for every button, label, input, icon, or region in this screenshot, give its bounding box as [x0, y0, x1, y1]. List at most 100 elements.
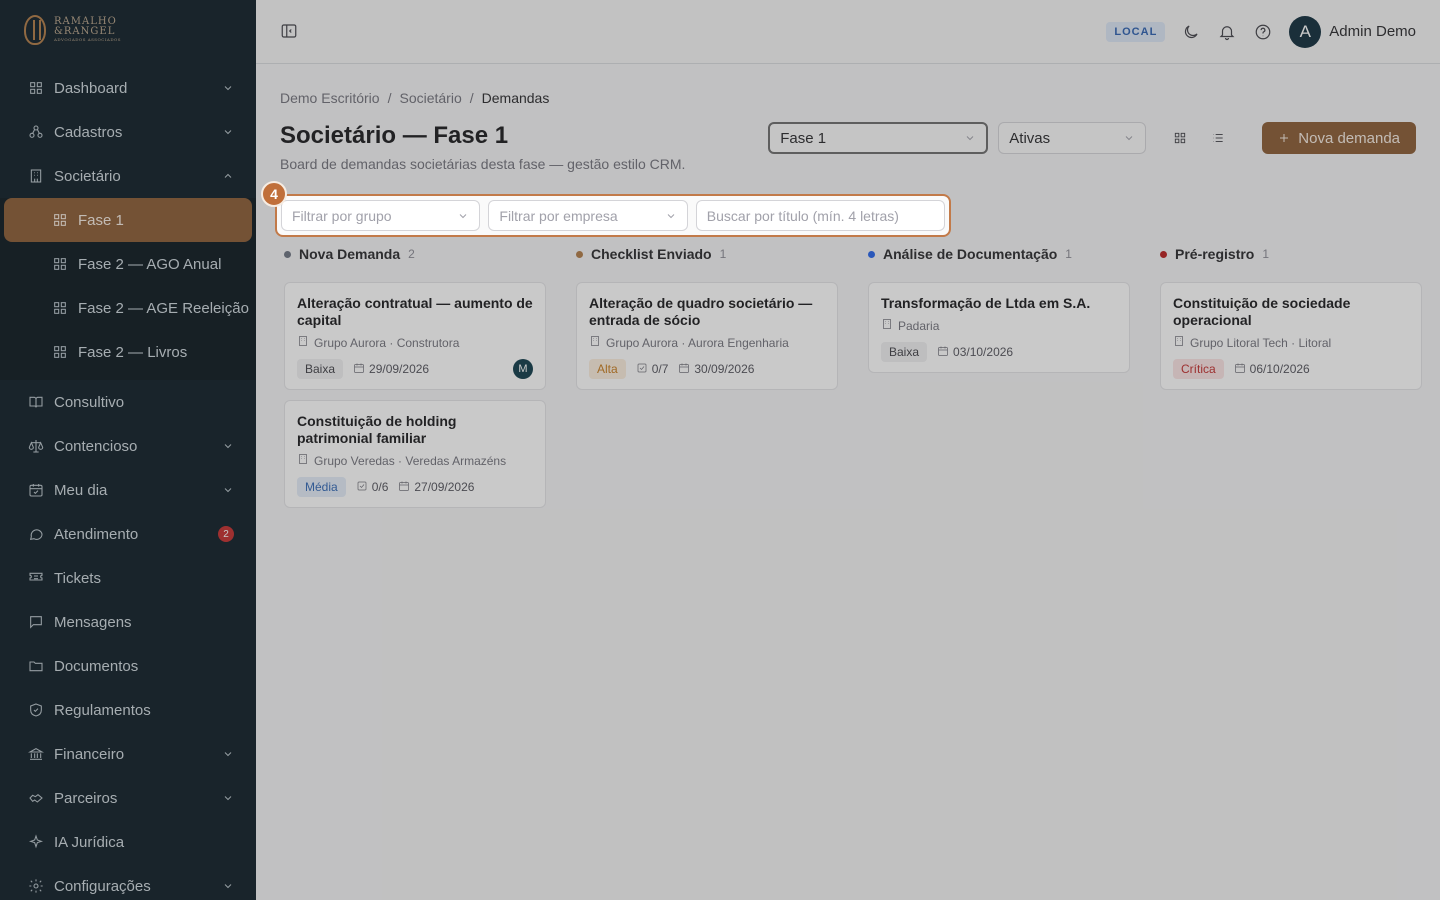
- gear-icon: [28, 878, 44, 894]
- demand-card[interactable]: Alteração contratual — aumento de capita…: [284, 282, 546, 390]
- sidebar-item-label: Fase 2 — AGE Reeleição: [78, 299, 249, 317]
- demand-card[interactable]: Alteração de quadro societário — entrada…: [576, 282, 838, 390]
- card-title: Constituição de holding patrimonial fami…: [297, 413, 457, 446]
- page-subtitle: Board de demandas societárias desta fase…: [280, 156, 686, 172]
- breadcrumb-current: Demandas: [481, 90, 550, 106]
- chevron-down-icon[interactable]: [222, 880, 234, 892]
- sidebar-item-ia-juridica[interactable]: IA Jurídica: [0, 820, 256, 864]
- help-icon[interactable]: [1253, 22, 1273, 42]
- due-date: 03/10/2026: [953, 345, 1014, 359]
- sidebar-item-meu-dia[interactable]: Meu dia: [0, 468, 256, 512]
- filter-bar: Filtrar por grupo Filtrar por empresa Bu…: [275, 194, 951, 237]
- kanban-column: Checklist Enviado 1 Alteração de quadro so…: [576, 244, 838, 544]
- sidebar-item-atendimento[interactable]: Atendimento 2: [0, 512, 256, 556]
- book-icon: [28, 394, 44, 410]
- grid-view-icon[interactable]: [1166, 124, 1194, 152]
- chevron-down-icon[interactable]: [222, 484, 234, 496]
- new-demand-button[interactable]: Nova demanda: [1262, 122, 1416, 154]
- company-filter-select[interactable]: Filtrar por empresa: [488, 200, 688, 231]
- checklist-icon: [356, 480, 368, 495]
- sidebar-item-contencioso[interactable]: Contencioso: [0, 424, 256, 468]
- card-organization: Grupo Litoral Tech · Litoral: [1190, 335, 1332, 350]
- column-title: Pré-registro: [1175, 246, 1255, 262]
- demand-card[interactable]: Constituição de sociedade operacional Gru…: [1160, 282, 1422, 390]
- assignee-avatar[interactable]: M: [513, 359, 533, 379]
- chevron-down-icon: [460, 213, 467, 218]
- sidebar-item-dashboard[interactable]: Dashboard: [0, 66, 256, 110]
- sidebar-submenu: Fase 1 Fase 2 — AGO Anual Fase 2 — AGE Ree…: [0, 198, 256, 380]
- list-view-icon[interactable]: [1204, 124, 1232, 152]
- sidebar-item-parceiros[interactable]: Parceiros: [0, 776, 256, 820]
- page-title: Societário — Fase 1: [280, 122, 509, 149]
- column-header: Análise de Documentação 1: [868, 244, 1130, 264]
- sidebar-item-regulamentos[interactable]: Regulamentos: [0, 688, 256, 732]
- building-icon: [297, 453, 309, 468]
- card-organization: Grupo Aurora · Aurora Engenharia: [606, 335, 789, 350]
- column-header: Nova Demanda 2: [284, 244, 546, 264]
- due-date: 29/09/2026: [369, 362, 430, 376]
- demand-card[interactable]: Constituição de holding patrimonial fami…: [284, 400, 546, 508]
- group-filter-select[interactable]: Filtrar por grupo: [281, 200, 481, 231]
- title-search-input[interactable]: Buscar por título (mín. 4 letras): [695, 200, 945, 231]
- sidebar-item-cadastros[interactable]: Cadastros: [0, 110, 256, 154]
- grid-icon: [52, 344, 68, 360]
- sidebar-item-documentos[interactable]: Documentos: [0, 644, 256, 688]
- card-title: Constituição de sociedade operacional: [1173, 295, 1351, 328]
- card-title: Alteração de quadro societário — entrada…: [589, 295, 813, 328]
- user-name[interactable]: Admin Demo: [1329, 23, 1416, 40]
- chevron-down-icon[interactable]: [222, 792, 234, 804]
- plus-icon: [1280, 134, 1289, 142]
- card-organization: Grupo Aurora · Construtora: [314, 335, 460, 350]
- sidebar-item-societario[interactable]: Societário: [0, 154, 256, 198]
- page-controls: Fase 1 Ativas Nova demanda: [768, 122, 1416, 154]
- sidebar-item-tickets[interactable]: Tickets: [0, 556, 256, 600]
- chevron-down-icon[interactable]: [222, 82, 234, 94]
- sidebar-toggle-icon[interactable]: [280, 22, 300, 42]
- kanban-column: Análise de Documentação 1 Transformação de…: [868, 244, 1130, 544]
- building-icon: [881, 318, 893, 333]
- message-square-icon: [28, 614, 44, 630]
- moon-icon[interactable]: [1181, 22, 1201, 42]
- sidebar-item-configuracoes[interactable]: Configurações: [0, 864, 256, 900]
- card-title: Transformação de Ltda em S.A.: [881, 295, 1091, 311]
- sidebar-item-fase-1[interactable]: Fase 1: [4, 198, 252, 242]
- status-select[interactable]: Ativas: [998, 122, 1147, 154]
- sidebar-item-label: Configurações: [54, 877, 151, 895]
- sidebar-item-label: Financeiro: [54, 745, 125, 763]
- priority-badge: Alta: [589, 359, 626, 379]
- column-header: Pré-registro 1: [1160, 244, 1422, 264]
- bell-icon[interactable]: [1217, 22, 1237, 42]
- sidebar-item-label: Fase 1: [78, 211, 124, 229]
- breadcrumb: Demo Escritório / Societário / Demandas: [280, 90, 550, 106]
- brand-logo[interactable]: RAMALHO &RANGEL ADVOGADOS ASSOCIADOS: [0, 0, 256, 60]
- breadcrumb-item[interactable]: Societário: [399, 90, 461, 106]
- column-header: Checklist Enviado 1: [576, 244, 838, 264]
- sparkles-icon: [28, 834, 44, 850]
- sidebar-item-financeiro[interactable]: Financeiro: [0, 732, 256, 776]
- kanban-board: Nova Demanda 2 Alteração contratual — aume…: [284, 244, 1440, 544]
- chevron-down-icon[interactable]: [222, 440, 234, 452]
- building-icon: [297, 335, 309, 350]
- card-organization: Padaria: [898, 318, 940, 333]
- sidebar-item-fase-2-age-reeleicao[interactable]: Fase 2 — AGE Reeleição: [0, 286, 256, 330]
- breadcrumb-item[interactable]: Demo Escritório: [280, 90, 380, 106]
- demand-card[interactable]: Transformação de Ltda em S.A. Padaria Baix…: [868, 282, 1130, 373]
- avatar[interactable]: A: [1289, 15, 1322, 48]
- chevron-up-icon[interactable]: [222, 170, 234, 182]
- phase-select[interactable]: Fase 1: [768, 122, 989, 154]
- priority-badge: Média: [297, 477, 346, 497]
- card-title: Alteração contratual — aumento de capita…: [297, 295, 533, 328]
- chevron-down-icon[interactable]: [222, 748, 234, 760]
- status-select-value: Ativas: [1009, 129, 1051, 147]
- calendar-icon: [353, 362, 365, 377]
- status-dot: [868, 250, 875, 258]
- sidebar-item-consultivo[interactable]: Consultivo: [0, 380, 256, 424]
- kanban-column: Nova Demanda 2 Alteração contratual — aume…: [284, 244, 546, 544]
- sidebar-item-mensagens[interactable]: Mensagens: [0, 600, 256, 644]
- sidebar-item-label: Documentos: [54, 657, 139, 675]
- chevron-down-icon[interactable]: [222, 126, 234, 138]
- priority-badge: Crítica: [1173, 359, 1224, 379]
- sidebar-item-fase-2-livros[interactable]: Fase 2 — Livros: [0, 330, 256, 374]
- sidebar: RAMALHO &RANGEL ADVOGADOS ASSOCIADOS Das…: [0, 0, 256, 900]
- sidebar-item-fase-2-ago-anual[interactable]: Fase 2 — AGO Anual: [0, 242, 256, 286]
